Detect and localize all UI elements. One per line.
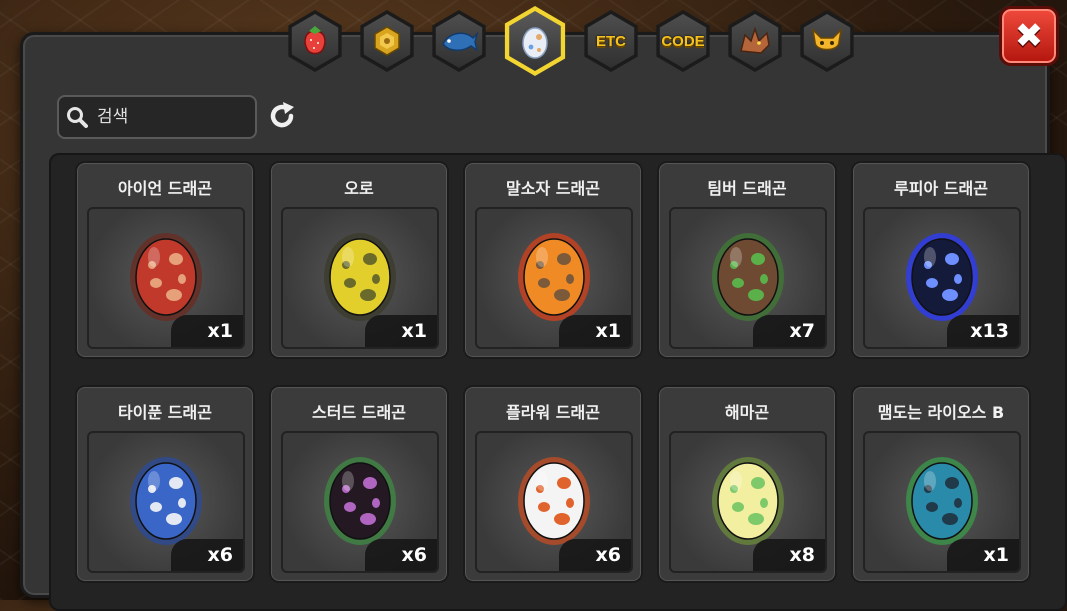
tab-fish[interactable] (432, 10, 486, 72)
tab-etc[interactable]: ETC (584, 10, 638, 72)
item-count: x1 (559, 315, 631, 347)
search-box[interactable] (57, 95, 257, 139)
item-slot: x7 (669, 207, 827, 349)
item-card[interactable]: 맴도는 라이오스 B x1 (851, 385, 1031, 583)
item-slot: x6 (87, 431, 245, 573)
dragon-egg-icon (130, 233, 202, 321)
fish-icon (442, 31, 479, 52)
dragon-egg-icon (324, 233, 396, 321)
tab-code-label: CODE (661, 32, 705, 50)
dragon-egg-icon (518, 457, 590, 545)
item-card[interactable]: 타이푼 드래곤 x6 (75, 385, 255, 583)
tab-egg[interactable] (504, 6, 566, 76)
search-input[interactable] (95, 106, 239, 128)
tab-monster[interactable] (800, 10, 854, 72)
close-button[interactable]: ✖ (999, 6, 1059, 66)
item-card[interactable]: 플라워 드래곤 x6 (463, 385, 643, 583)
tab-gold[interactable] (360, 10, 414, 72)
item-count: x1 (365, 315, 437, 347)
item-name: 오로 (344, 179, 374, 198)
dragon-egg-icon (130, 457, 202, 545)
item-count: x7 (753, 315, 825, 347)
item-name: 타이푼 드래곤 (118, 403, 212, 422)
item-name: 루피아 드래곤 (894, 179, 988, 198)
dragon-egg-icon (324, 457, 396, 545)
dragon-egg-icon (712, 233, 784, 321)
item-count: x8 (753, 539, 825, 571)
item-name: 플라워 드래곤 (506, 403, 600, 422)
item-count: x13 (947, 315, 1019, 347)
tab-dragon[interactable] (728, 10, 782, 72)
item-card[interactable]: 해마곤 x8 (657, 385, 837, 583)
item-count: x6 (559, 539, 631, 571)
refresh-button[interactable] (263, 97, 301, 135)
dragon-egg-icon (906, 457, 978, 545)
strawberry-icon (304, 26, 326, 55)
item-slot: x1 (87, 207, 245, 349)
item-card[interactable]: 팀버 드래곤 x7 (657, 161, 837, 359)
item-card[interactable]: 오로 x1 (269, 161, 449, 359)
item-count: x1 (171, 315, 243, 347)
monster-face-icon (811, 27, 843, 51)
item-name: 맴도는 라이오스 B (877, 403, 1005, 422)
item-slot: x1 (475, 207, 633, 349)
item-slot: x13 (863, 207, 1021, 349)
dragon-egg-icon (906, 233, 978, 321)
egg-icon (522, 27, 548, 59)
item-slot: x6 (281, 431, 439, 573)
close-icon: ✖ (1014, 16, 1044, 56)
item-card[interactable]: 루피아 드래곤 x13 (851, 161, 1031, 359)
item-name: 스터드 드래곤 (312, 403, 406, 422)
item-name: 팀버 드래곤 (707, 179, 787, 198)
item-count: x6 (171, 539, 243, 571)
tab-etc-label: ETC (596, 32, 626, 50)
item-name: 말소자 드래곤 (506, 179, 600, 198)
item-slot: x1 (863, 431, 1021, 573)
category-tabs: ETC CODE (284, 6, 858, 78)
dragon-head-icon (740, 26, 770, 54)
dragon-egg-icon (712, 457, 784, 545)
item-name: 아이언 드래곤 (118, 179, 212, 198)
item-slot: x8 (669, 431, 827, 573)
item-slot: x6 (475, 431, 633, 573)
item-card[interactable]: 아이언 드래곤 x1 (75, 161, 255, 359)
item-card[interactable]: 말소자 드래곤 x1 (463, 161, 643, 359)
item-name: 해마곤 (724, 403, 770, 422)
inventory-panel: 아이언 드래곤 x1 오로 x1 말소자 드래곤 x1 팀버 드래곤 x7 루피아 드래곤 x13… (20, 32, 1067, 611)
item-count: x6 (365, 539, 437, 571)
item-card[interactable]: 스터드 드래곤 x6 (269, 385, 449, 583)
item-slot: x1 (281, 207, 439, 349)
item-grid: 아이언 드래곤 x1 오로 x1 말소자 드래곤 x1 팀버 드래곤 x7 루피아 드래곤 x13… (75, 161, 1031, 583)
tab-fruit[interactable] (288, 10, 342, 72)
dragon-egg-icon (518, 233, 590, 321)
refresh-icon (270, 102, 294, 128)
search-icon (59, 106, 95, 128)
item-grid-area: 아이언 드래곤 x1 오로 x1 말소자 드래곤 x1 팀버 드래곤 x7 루피아 드래곤 x13… (49, 153, 1067, 611)
tab-code[interactable]: CODE (656, 10, 710, 72)
gold-coin-icon (374, 26, 400, 56)
item-count: x1 (947, 539, 1019, 571)
